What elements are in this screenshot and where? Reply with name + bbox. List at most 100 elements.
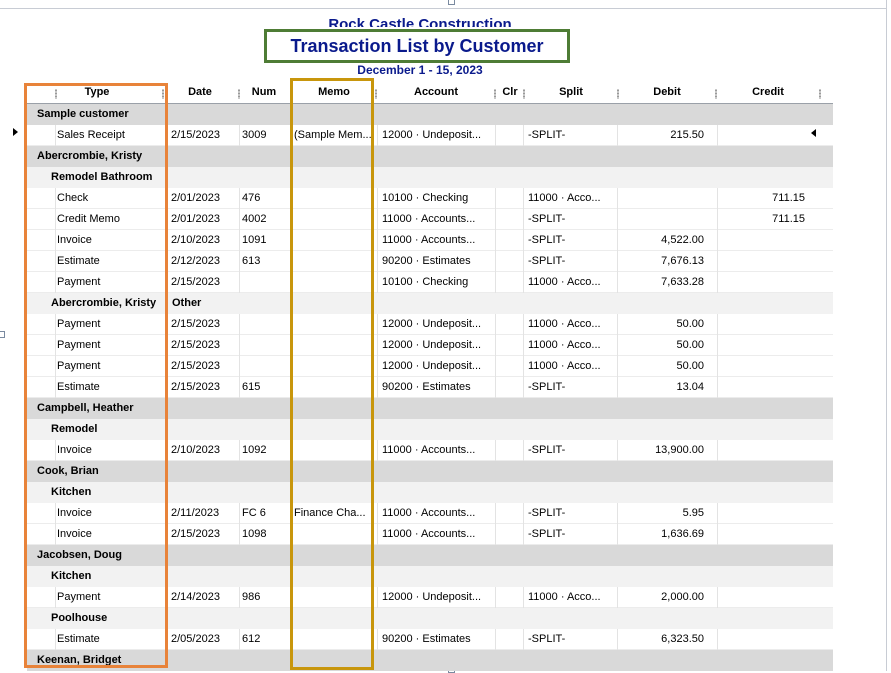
table-row[interactable]: Check 2/01/2023 476 10100 · Checking 11000 ·… bbox=[27, 188, 833, 209]
column-divider bbox=[291, 587, 292, 608]
cell-clr bbox=[499, 503, 521, 524]
cell-debit: 215.50 bbox=[670, 129, 704, 141]
column-resize-handle[interactable] bbox=[819, 89, 821, 99]
cell-account: 90200 · Estimates bbox=[382, 255, 471, 267]
column-divider bbox=[617, 629, 618, 650]
cell-date: 2/15/2023 bbox=[171, 339, 220, 351]
column-resize-handle[interactable] bbox=[55, 89, 57, 99]
cell-credit bbox=[717, 629, 805, 650]
job-group-row[interactable]: Kitchen bbox=[27, 482, 833, 503]
column-resize-handle[interactable] bbox=[494, 89, 496, 99]
column-divider bbox=[291, 335, 292, 356]
column-divider bbox=[377, 629, 378, 650]
table-row[interactable]: Payment 2/15/2023 10100 · Checking 11000 · … bbox=[27, 272, 833, 293]
column-divider bbox=[617, 377, 618, 398]
cell-date: 2/15/2023 bbox=[171, 276, 220, 288]
table-row[interactable]: Payment 2/14/2023 986 12000 · Undeposit... 1… bbox=[27, 587, 833, 608]
column-header-date[interactable]: Date bbox=[169, 81, 231, 103]
column-resize-handle[interactable] bbox=[162, 89, 164, 99]
column-header-debit[interactable]: Debit bbox=[619, 81, 715, 103]
column-resize-handle[interactable] bbox=[375, 89, 377, 99]
job-group-row[interactable]: Kitchen bbox=[27, 566, 833, 587]
column-resize-handle[interactable] bbox=[617, 89, 619, 99]
cell-account: 12000 · Undeposit... bbox=[382, 591, 482, 603]
table-row[interactable]: Invoice 2/10/2023 1092 11000 · Accounts... -… bbox=[27, 440, 833, 461]
cell-clr bbox=[499, 377, 521, 398]
column-header-clr[interactable]: Clr bbox=[497, 81, 523, 103]
cell-num: 1098 bbox=[242, 528, 267, 540]
column-divider bbox=[495, 125, 496, 146]
cell-debit bbox=[619, 188, 704, 209]
cell-account: 10100 · Checking bbox=[382, 192, 469, 204]
cell-account: 11000 · Accounts... bbox=[382, 234, 476, 246]
column-divider bbox=[377, 230, 378, 251]
column-divider bbox=[55, 125, 56, 146]
cell-memo bbox=[294, 524, 372, 545]
cell-clr bbox=[499, 188, 521, 209]
column-header-num[interactable]: Num bbox=[239, 81, 289, 103]
customer-group-row[interactable]: Campbell, Heather bbox=[27, 398, 833, 419]
column-divider bbox=[167, 629, 168, 650]
column-divider bbox=[167, 524, 168, 545]
column-divider bbox=[495, 272, 496, 293]
cell-split: 11000 · Acco... bbox=[528, 591, 601, 603]
column-divider bbox=[617, 335, 618, 356]
cell-memo bbox=[294, 188, 372, 209]
job-name: Poolhouse bbox=[51, 612, 108, 624]
column-resize-handle[interactable] bbox=[523, 89, 525, 99]
cell-account: 12000 · Undeposit... bbox=[382, 360, 482, 372]
resize-handle-left[interactable] bbox=[0, 331, 5, 338]
column-divider bbox=[239, 377, 240, 398]
customer-group-row[interactable]: Keenan, Bridget bbox=[27, 650, 833, 671]
job-group-row[interactable]: Poolhouse bbox=[27, 608, 833, 629]
cell-credit bbox=[717, 272, 805, 293]
column-resize-handle[interactable] bbox=[238, 89, 240, 99]
column-divider bbox=[167, 356, 168, 377]
resize-handle-top[interactable] bbox=[448, 0, 455, 5]
cell-clr bbox=[499, 230, 521, 251]
table-row[interactable]: Payment 2/15/2023 12000 · Undeposit... 1100… bbox=[27, 314, 833, 335]
cell-memo: Finance Cha... bbox=[294, 507, 366, 519]
column-resize-handle[interactable] bbox=[291, 89, 293, 99]
table-row[interactable]: Sales Receipt 2/15/2023 3009 (Sample Mem...… bbox=[27, 125, 833, 146]
customer-group-row[interactable]: Jacobsen, Doug bbox=[27, 545, 833, 566]
job-name: Remodel Bathroom bbox=[51, 171, 153, 183]
window-top-border bbox=[0, 0, 891, 9]
column-divider bbox=[55, 503, 56, 524]
table-row[interactable]: Payment 2/15/2023 12000 · Undeposit... 1100… bbox=[27, 335, 833, 356]
job-group-row[interactable]: Remodel Bathroom bbox=[27, 167, 833, 188]
column-divider bbox=[291, 356, 292, 377]
column-header-split[interactable]: Split bbox=[525, 81, 617, 103]
column-divider bbox=[239, 524, 240, 545]
column-header-credit[interactable]: Credit bbox=[717, 81, 819, 103]
cell-split: 11000 · Acco... bbox=[528, 339, 601, 351]
column-header-memo[interactable]: Memo bbox=[293, 81, 375, 103]
customer-name: Sample customer bbox=[37, 108, 129, 120]
table-row[interactable]: Estimate 2/05/2023 612 90200 · Estimates -SP… bbox=[27, 629, 833, 650]
column-divider bbox=[377, 188, 378, 209]
table-row[interactable]: Estimate 2/15/2023 615 90200 · Estimates -SP… bbox=[27, 377, 833, 398]
customer-group-row[interactable]: Sample customer bbox=[27, 104, 833, 125]
table-row[interactable]: Credit Memo 2/01/2023 4002 11000 · Accounts… bbox=[27, 209, 833, 230]
cell-date: 2/11/2023 bbox=[171, 507, 220, 519]
job-group-row[interactable]: Abercrombie, Kristy Other bbox=[27, 293, 833, 314]
job-group-row[interactable]: Remodel bbox=[27, 419, 833, 440]
column-divider bbox=[617, 209, 618, 230]
column-divider bbox=[495, 335, 496, 356]
table-row[interactable]: Payment 2/15/2023 12000 · Undeposit... 1100… bbox=[27, 356, 833, 377]
column-header-type[interactable]: Type bbox=[27, 81, 167, 103]
column-divider bbox=[239, 503, 240, 524]
customer-name: Keenan, Bridget bbox=[37, 654, 122, 666]
table-row[interactable]: Invoice 2/11/2023 FC 6 Finance Cha... 11000 … bbox=[27, 503, 833, 524]
table-row[interactable]: Invoice 2/15/2023 1098 11000 · Accounts... -… bbox=[27, 524, 833, 545]
cell-debit: 7,633.28 bbox=[661, 276, 704, 288]
cell-type: Credit Memo bbox=[57, 213, 120, 225]
table-row[interactable]: Estimate 2/12/2023 613 90200 · Estimates -SP… bbox=[27, 251, 833, 272]
column-header-account[interactable]: Account bbox=[377, 81, 495, 103]
column-resize-handle[interactable] bbox=[715, 89, 717, 99]
customer-group-row[interactable]: Abercrombie, Kristy bbox=[27, 146, 833, 167]
customer-group-row[interactable]: Cook, Brian bbox=[27, 461, 833, 482]
table-row[interactable]: Invoice 2/10/2023 1091 11000 · Accounts... -… bbox=[27, 230, 833, 251]
cell-memo bbox=[294, 209, 372, 230]
cell-split: -SPLIT- bbox=[528, 381, 566, 393]
